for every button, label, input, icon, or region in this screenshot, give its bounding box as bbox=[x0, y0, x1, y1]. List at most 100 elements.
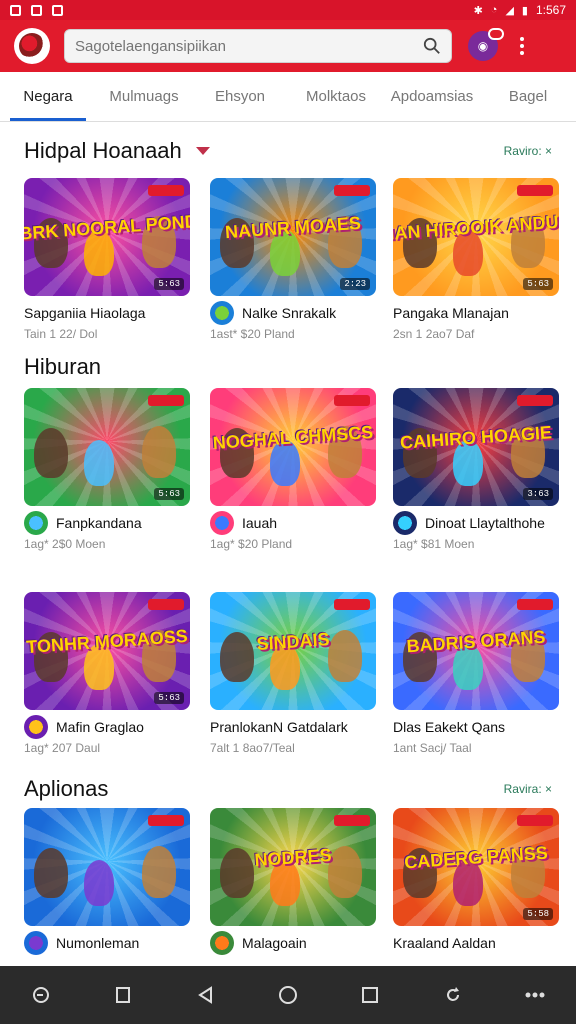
game-card[interactable]: NOBRK NOORAL PONDES 5:63 Sapganiia Hiaolag… bbox=[24, 178, 190, 341]
game-card[interactable]: TONHR MORAOSS 5:63 Mafin Graglao 1ag* 207 D… bbox=[24, 592, 190, 755]
game-thumbnail[interactable]: NAUNR MOAES 2:23 bbox=[210, 178, 376, 296]
tab-mulmuags[interactable]: Mulmuags bbox=[96, 72, 192, 121]
game-thumbnail[interactable]: CADERG PANSS 5:58 bbox=[393, 808, 559, 926]
game-card[interactable]: SINDAIS PranlokanN Gatdalark 7alt 1 8ao7/T… bbox=[210, 592, 376, 755]
refresh-icon[interactable] bbox=[442, 984, 464, 1006]
game-card[interactable]: 5:63 Fanpkandana 1ag* 2$0 Moen bbox=[24, 388, 190, 551]
game-card[interactable]: RAGHIAN HIROOIK ANDUGRIAS 5:63 Pangaka Mla… bbox=[393, 178, 559, 341]
promo-badge bbox=[517, 599, 553, 610]
signal-icon: ◢ bbox=[505, 4, 514, 17]
app-logo[interactable] bbox=[14, 28, 50, 64]
promo-badge bbox=[334, 395, 370, 406]
game-thumbnail[interactable] bbox=[24, 808, 190, 926]
character-art bbox=[84, 440, 114, 486]
game-thumbnail[interactable]: BADRIS ORANS bbox=[393, 592, 559, 710]
see-more-link[interactable]: Ravira: × bbox=[504, 782, 552, 796]
game-name[interactable]: Nalke Snrakalk bbox=[242, 305, 336, 321]
game-card[interactable]: NOGHAL CHMSCS Iauah 1ag* $20 Pland bbox=[210, 388, 376, 551]
category-tabs: Negara Mulmuags Ehsyon Molktaos Apdoamsi… bbox=[0, 72, 576, 122]
game-name[interactable]: Malagoain bbox=[242, 935, 307, 951]
app-icon bbox=[24, 511, 48, 535]
game-card[interactable]: NODRES Malagoain bbox=[210, 808, 376, 955]
chevron-down-icon[interactable] bbox=[195, 147, 210, 155]
search-bar[interactable] bbox=[64, 29, 452, 63]
game-name[interactable]: Sapganiia Hiaolaga bbox=[24, 305, 145, 321]
notification-bell-icon[interactable]: ◉ bbox=[468, 28, 504, 61]
game-meta: Tain 1 22/ Dol bbox=[24, 327, 98, 341]
game-meta: 1ag* 2$0 Moen bbox=[24, 537, 106, 551]
character-art bbox=[220, 632, 254, 682]
tab-ehsyon[interactable]: Ehsyon bbox=[192, 72, 288, 121]
app-icon bbox=[393, 511, 417, 535]
tab-apdoamsias[interactable]: Apdoamsias bbox=[384, 72, 480, 121]
more-icon[interactable] bbox=[524, 984, 546, 1006]
game-meta: 1ant Sacj/ Taal bbox=[393, 741, 472, 755]
game-thumbnail[interactable]: RAGHIAN HIROOIK ANDUGRIAS 5:63 bbox=[393, 178, 559, 296]
duration-badge: 5:63 bbox=[523, 278, 553, 290]
character-art bbox=[142, 426, 176, 478]
tab-negara[interactable]: Negara bbox=[0, 72, 96, 121]
game-thumbnail[interactable]: NOBRK NOORAL PONDES 5:63 bbox=[24, 178, 190, 296]
app-icon bbox=[24, 715, 48, 739]
character-art bbox=[220, 848, 254, 898]
section-header: Hiburan bbox=[24, 354, 552, 380]
game-name[interactable]: Kraaland Aaldan bbox=[393, 935, 496, 951]
info-icon bbox=[52, 4, 63, 16]
game-thumbnail[interactable]: TONHR MORAOSS 5:63 bbox=[24, 592, 190, 710]
back-circle-icon[interactable] bbox=[30, 984, 52, 1006]
game-name[interactable]: Iauah bbox=[242, 515, 277, 531]
character-art bbox=[328, 846, 362, 898]
more-options-icon[interactable] bbox=[520, 37, 524, 55]
game-title-art: SINDAIS bbox=[255, 628, 331, 654]
back-triangle-icon[interactable] bbox=[195, 984, 217, 1006]
search-icon[interactable] bbox=[423, 37, 441, 55]
game-name[interactable]: Numonleman bbox=[56, 935, 139, 951]
square-icon[interactable] bbox=[112, 984, 134, 1006]
promo-badge bbox=[517, 185, 553, 196]
duration-badge: 5:63 bbox=[154, 488, 184, 500]
game-thumbnail[interactable]: CAIHIRO HOAGIE 3:63 bbox=[393, 388, 559, 506]
game-thumbnail[interactable]: SINDAIS bbox=[210, 592, 376, 710]
game-meta: 1ag* $81 Moen bbox=[393, 537, 475, 551]
duration-badge: 3:63 bbox=[523, 488, 553, 500]
recents-icon[interactable] bbox=[359, 984, 381, 1006]
game-name[interactable]: Dinoat Llaytalthohe bbox=[425, 515, 545, 531]
game-card[interactable]: NAUNR MOAES 2:23 Nalke Snrakalk 1ast* $20 P… bbox=[210, 178, 376, 341]
game-name[interactable]: PranlokanN Gatdalark bbox=[210, 719, 348, 735]
game-thumbnail[interactable]: 5:63 bbox=[24, 388, 190, 506]
tab-bagel[interactable]: Bagel bbox=[480, 72, 576, 121]
promo-badge bbox=[148, 599, 184, 610]
bluetooth-icon: ✱ bbox=[473, 4, 483, 17]
game-name[interactable]: Dlas Eakekt Qans bbox=[393, 719, 505, 735]
game-name[interactable]: Pangaka Mlanajan bbox=[393, 305, 509, 321]
home-icon[interactable] bbox=[277, 984, 299, 1006]
promo-badge bbox=[334, 185, 370, 196]
promo-badge bbox=[334, 599, 370, 610]
character-art bbox=[142, 846, 176, 898]
character-art bbox=[34, 428, 68, 478]
game-thumbnail[interactable]: NODRES bbox=[210, 808, 376, 926]
section-title: Aplionas bbox=[24, 776, 109, 801]
promo-badge bbox=[334, 815, 370, 826]
wifi-icon: ◔ bbox=[490, 4, 498, 16]
notification-badge bbox=[488, 28, 504, 40]
status-bar: ✱ ◔ ◢ ▮ 1:567 bbox=[0, 0, 576, 20]
game-card[interactable]: CADERG PANSS 5:58 Kraaland Aaldan bbox=[393, 808, 559, 952]
tab-molktaos[interactable]: Molktaos bbox=[288, 72, 384, 121]
app-icon bbox=[24, 931, 48, 955]
character-art bbox=[34, 848, 68, 898]
game-card[interactable]: BADRIS ORANS Dlas Eakekt Qans 1ant Sacj/ T… bbox=[393, 592, 559, 755]
section-header: Hidpal Hoanaah Raviro: × bbox=[24, 138, 552, 164]
see-more-link[interactable]: Raviro: × bbox=[504, 144, 552, 158]
app-notification-icon bbox=[10, 4, 21, 16]
duration-badge: 2:23 bbox=[340, 278, 370, 290]
character-art bbox=[328, 630, 362, 682]
game-card[interactable]: Numonleman bbox=[24, 808, 190, 955]
game-meta: 1ast* $20 Pland bbox=[210, 327, 295, 341]
game-card[interactable]: CAIHIRO HOAGIE 3:63 Dinoat Llaytalthohe 1ag… bbox=[393, 388, 559, 551]
system-nav-bar bbox=[0, 966, 576, 1024]
game-name[interactable]: Fanpkandana bbox=[56, 515, 142, 531]
game-thumbnail[interactable]: NOGHAL CHMSCS bbox=[210, 388, 376, 506]
game-name[interactable]: Mafin Graglao bbox=[56, 719, 144, 735]
search-input[interactable] bbox=[75, 37, 423, 55]
